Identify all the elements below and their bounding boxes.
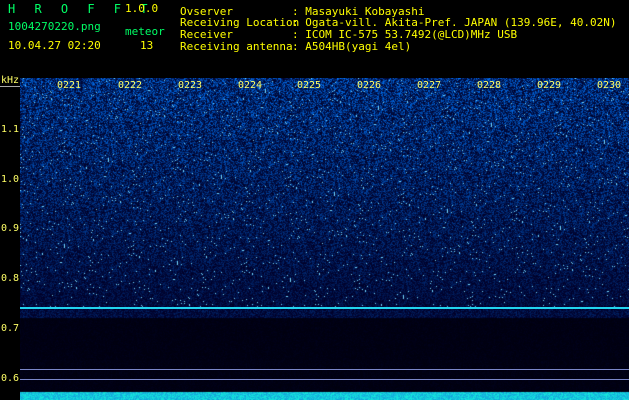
antenna-label: Receiving antenna [180, 40, 293, 53]
meteor-label: meteor [125, 25, 165, 38]
time-label-0228: 0228 [477, 80, 502, 91]
y-tick-line [0, 86, 20, 87]
time-label-0224: 0224 [238, 80, 263, 91]
app-version: 1.0.0 [125, 2, 159, 15]
reference-line-upper [20, 369, 629, 370]
time-label-0230: 0230 [597, 80, 622, 91]
y-label-0-8: 0.8 [1, 273, 20, 284]
reference-line-lower [20, 379, 629, 380]
y-label-0-9: 0.9 [1, 223, 20, 234]
y-label-1-0: 1.0 [1, 174, 20, 185]
y-label-0-7: 0.7 [1, 323, 20, 334]
y-label-1-1: 1.1 [1, 124, 20, 135]
y-axis-unit: kHz [1, 75, 20, 86]
spectrogram-display [20, 78, 629, 400]
time-label-0226: 0226 [357, 80, 382, 91]
y-label-0-6: 0.6 [1, 373, 20, 384]
meteor-count: 13 [140, 39, 154, 52]
time-label-0229: 0229 [537, 80, 562, 91]
datetime-label: 10.04.27 02:20 [8, 39, 101, 52]
time-label-0222: 0222 [118, 80, 143, 91]
time-label-0227: 0227 [417, 80, 442, 91]
carrier-line [20, 307, 629, 309]
antenna-value: : A504HB(yagi 4el) [292, 40, 412, 53]
time-label-0225: 0225 [297, 80, 322, 91]
time-label-0223: 0223 [178, 80, 203, 91]
time-label-0221: 0221 [57, 80, 82, 91]
filename-label: 1004270220.png [8, 20, 101, 33]
